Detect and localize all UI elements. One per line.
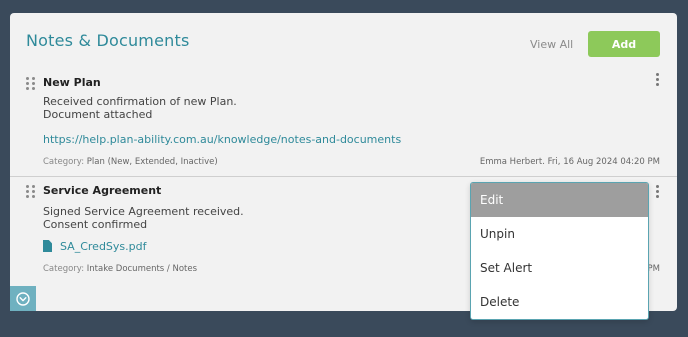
collapse-button[interactable]	[10, 286, 36, 311]
attachment-link[interactable]: SA_CredSys.pdf	[60, 240, 146, 253]
menu-item-set-alert[interactable]: Set Alert	[471, 251, 648, 285]
drag-handle-icon[interactable]	[26, 185, 36, 199]
note-body-line: Consent confirmed	[43, 218, 148, 231]
note-title: New Plan	[43, 76, 101, 89]
drag-handle-icon[interactable]	[26, 77, 36, 91]
note-category: Category: Plan (New, Extended, Inactive)	[43, 157, 218, 167]
file-icon	[43, 240, 52, 252]
context-menu: Edit Unpin Set Alert Delete	[470, 182, 649, 320]
menu-item-edit[interactable]: Edit	[471, 183, 648, 217]
category-value: Plan (New, Extended, Inactive)	[86, 157, 218, 167]
category-label: Category:	[43, 157, 85, 167]
panel-title: Notes & Documents	[26, 31, 190, 50]
note-body-line: Signed Service Agreement received.	[43, 205, 244, 218]
note-title: Service Agreement	[43, 184, 162, 197]
chevron-down-circle-icon	[16, 291, 30, 306]
note-author-date: Emma Herbert. Fri, 16 Aug 2024 04:20 PM	[479, 157, 660, 167]
category-value: Intake Documents / Notes	[86, 264, 198, 274]
note-body-line: Document attached	[43, 108, 153, 121]
note-category: Category: Intake Documents / Notes	[43, 264, 197, 274]
note-body-line: Received confirmation of new Plan.	[43, 95, 237, 108]
note-link[interactable]: https://help.plan-ability.com.au/knowled…	[43, 133, 401, 146]
kebab-menu-icon[interactable]	[654, 73, 662, 89]
note-item: New Plan Received confirmation of new Pl…	[10, 71, 677, 175]
menu-item-unpin[interactable]: Unpin	[471, 217, 648, 251]
view-all-link[interactable]: View All	[530, 38, 573, 51]
category-label: Category:	[43, 264, 85, 274]
menu-item-delete[interactable]: Delete	[471, 285, 648, 319]
add-button[interactable]: Add	[588, 31, 660, 57]
note-author-date: PM	[647, 264, 660, 274]
kebab-menu-icon[interactable]	[654, 185, 662, 201]
